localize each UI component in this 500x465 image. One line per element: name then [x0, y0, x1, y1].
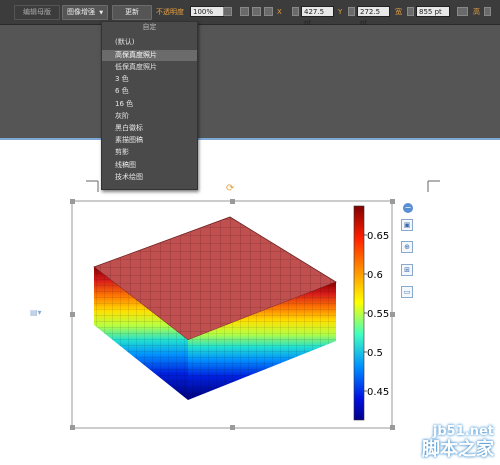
opacity-dropdown-button[interactable]	[223, 7, 232, 16]
chevron-down-icon: ▼	[99, 10, 104, 16]
workspace-background	[0, 25, 500, 138]
opacity-label: 不透明度	[156, 8, 184, 16]
menu-item-sketch[interactable]: 素描图稿	[102, 135, 197, 146]
watermark-name: 脚本之家	[422, 439, 494, 460]
minus-icon[interactable]: −	[403, 203, 413, 213]
page-icon[interactable]: ▤▾	[30, 308, 42, 318]
opacity-input[interactable]: 100%	[190, 6, 224, 17]
crop-icon[interactable]: ⊞	[401, 264, 413, 276]
align-button[interactable]	[240, 7, 249, 16]
menu-item-bw-logo[interactable]: 黑白徽标	[102, 123, 197, 134]
x-input[interactable]: 427.5 pt	[301, 6, 334, 27]
link-icon[interactable]	[457, 7, 468, 16]
menu-item-low-fidelity-photo[interactable]: 低保真度照片	[102, 62, 197, 73]
menu-item-custom[interactable]: 自定	[102, 22, 197, 33]
colorbar-tick-label: 0.6	[367, 270, 383, 281]
menu-item-high-fidelity-photo[interactable]: 高保真度照片	[102, 50, 197, 61]
resize-handle-top-left[interactable]	[70, 199, 75, 204]
artboard-page[interactable]: ⟳ ▤▾ 0.65 0.6 0.55 0.5 0.45 − ▣ ⊕ ⊞ ▭ jb…	[0, 138, 500, 465]
update-button[interactable]: 更新	[112, 5, 152, 20]
resize-handle-middle-left[interactable]	[70, 312, 75, 317]
transform-icon[interactable]	[264, 7, 273, 16]
reference-point-icon[interactable]	[252, 7, 261, 16]
x-label: X	[277, 8, 282, 16]
resize-handle-middle-right[interactable]	[390, 312, 395, 317]
menu-item-6-color[interactable]: 6 色	[102, 86, 197, 97]
width-label: 宽	[395, 8, 402, 16]
resize-handle-top-right[interactable]	[390, 199, 395, 204]
colorbar-tick-label: 0.5	[367, 348, 383, 359]
width-input[interactable]: 855 pt	[416, 6, 450, 17]
resize-handle-bottom-center[interactable]	[230, 425, 235, 430]
colorbar-tick-label: 0.55	[367, 309, 390, 320]
menu-item-line-art[interactable]: 线稿图	[102, 160, 197, 171]
rotate-icon[interactable]: ⟳	[226, 184, 236, 194]
y-label: Y	[338, 8, 343, 16]
surface-plot-image	[93, 205, 367, 421]
y-input[interactable]: 272.5 pt	[357, 6, 390, 27]
control-toolbar: 编辑母版 图像增强 ▼ 更新 不透明度 100% X 427.5 pt Y 27…	[0, 0, 500, 27]
menu-item-grayscale[interactable]: 灰阶	[102, 111, 197, 122]
menu-item-silhouette[interactable]: 剪影	[102, 147, 197, 158]
image-enhance-label: 图像增强	[66, 8, 95, 16]
colorbar-tick-label: 0.65	[367, 231, 390, 242]
y-stepper[interactable]	[348, 7, 355, 16]
height-label: 高	[473, 8, 480, 16]
colorbar-tick-label: 0.45	[367, 387, 390, 398]
frame-icon[interactable]: ▭	[401, 286, 413, 298]
menu-item-3-color[interactable]: 3 色	[102, 74, 197, 85]
width-stepper[interactable]	[407, 7, 414, 16]
height-stepper[interactable]	[484, 7, 491, 16]
menu-item-default[interactable]: (默认)	[102, 37, 197, 48]
image-enhance-dropdown[interactable]: 图像增强 ▼	[62, 5, 108, 20]
resize-handle-bottom-left[interactable]	[70, 425, 75, 430]
menu-item-technical-drawing[interactable]: 技术绘图	[102, 172, 197, 183]
x-stepper[interactable]	[292, 7, 299, 16]
menu-item-16-color[interactable]: 16 色	[102, 99, 197, 110]
image-enhance-menu: 自定 (默认) 高保真度照片 低保真度照片 3 色 6 色 16 色 灰阶 黑白…	[101, 21, 198, 190]
edit-template-button[interactable]: 编辑母版	[14, 5, 60, 20]
zoom-icon[interactable]: ⊕	[401, 241, 413, 253]
image-edit-icon[interactable]: ▣	[401, 219, 413, 231]
resize-handle-bottom-right[interactable]	[390, 425, 395, 430]
